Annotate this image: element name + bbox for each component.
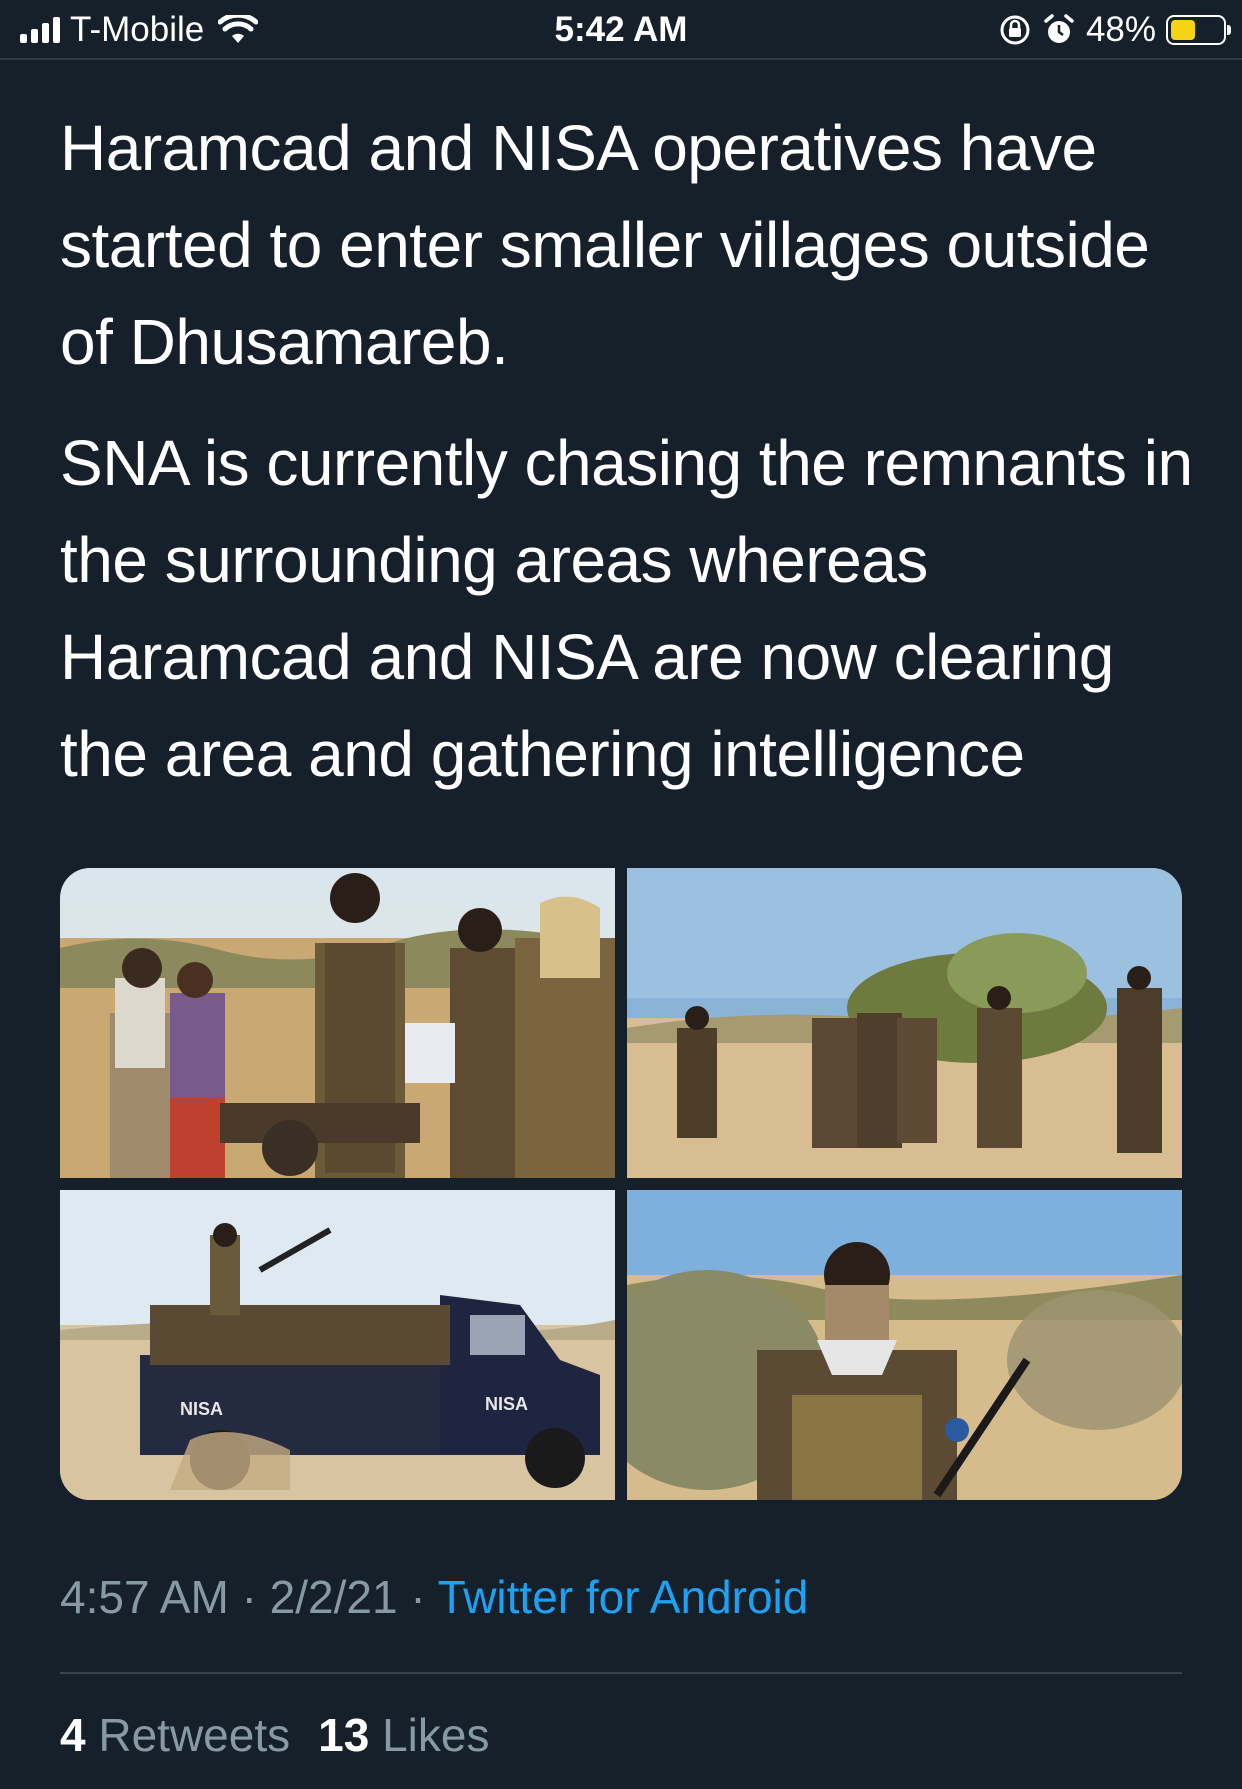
tweet-stats: 4 Retweets 13 Likes (60, 1708, 489, 1762)
status-bar-right: 48% (998, 10, 1231, 50)
truck-label-left: NISA (180, 1399, 223, 1419)
status-bar: T-Mobile 5:42 AM 48% (0, 0, 1242, 60)
retweets-count: 4 (60, 1709, 86, 1761)
photo-soldiers-patrolling[interactable] (627, 868, 1182, 1178)
tweet-time: 4:57 AM (60, 1571, 229, 1623)
tweet-meta: 4:57 AM · 2/2/21 · Twitter for Android (60, 1570, 808, 1624)
meta-separator: · (241, 1571, 257, 1623)
divider (60, 1672, 1182, 1674)
battery-percent: 48% (1085, 10, 1156, 49)
battery-icon (1166, 15, 1231, 45)
likes-count: 13 (318, 1709, 370, 1761)
likes-label: Likes (382, 1709, 490, 1761)
tweet-detail-screen: T-Mobile 5:42 AM 48% Haramcad and NISA o… (0, 0, 1242, 1789)
likes-stat[interactable]: 13 Likes (318, 1709, 489, 1761)
photo-soldiers-with-villagers[interactable] (60, 868, 615, 1178)
tweet-paragraph-2: SNA is currently chasing the remnants in… (60, 427, 1193, 790)
retweets-stat[interactable]: 4 Retweets (60, 1709, 290, 1761)
retweets-label: Retweets (98, 1709, 291, 1761)
alarm-icon (1044, 14, 1074, 43)
tweet-media-grid: NISA NISA (60, 868, 1182, 1500)
truck-label-right: NISA (485, 1394, 528, 1414)
orientation-lock-icon (1000, 15, 1030, 45)
tweet-paragraph-1: Haramcad and NISA operatives have starte… (60, 112, 1150, 378)
photo-masked-soldier[interactable] (627, 1190, 1182, 1500)
tweet-source-link[interactable]: Twitter for Android (438, 1571, 809, 1623)
photo-nisa-pickup-truck[interactable]: NISA NISA (60, 1190, 615, 1500)
tweet-text: Haramcad and NISA operatives have starte… (60, 100, 1200, 827)
meta-separator: · (410, 1571, 426, 1623)
tweet-date: 2/2/21 (269, 1571, 398, 1623)
battery-fill (1171, 20, 1195, 40)
